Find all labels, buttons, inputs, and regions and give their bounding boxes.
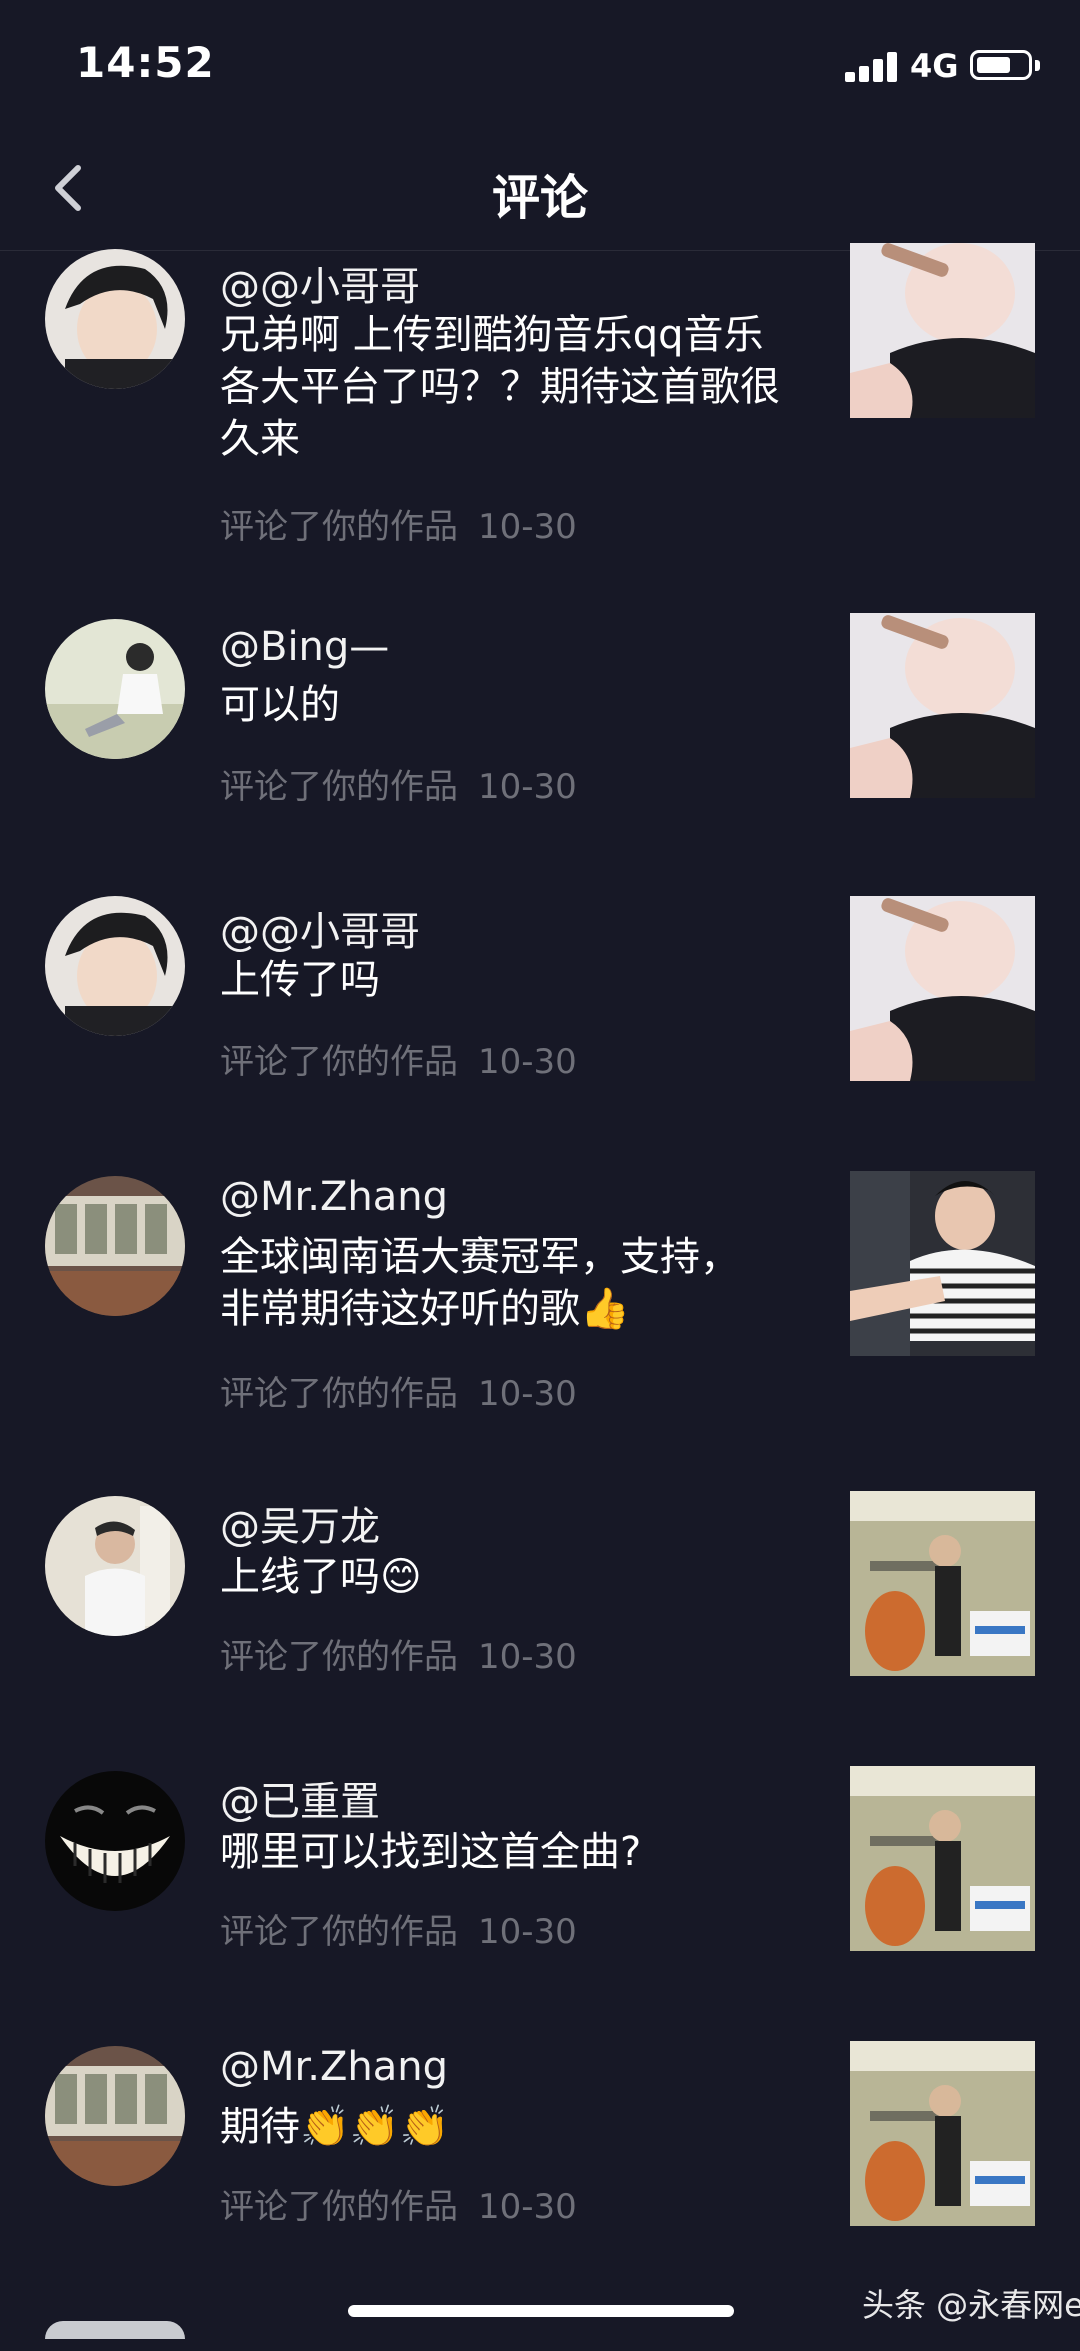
video-thumbnail[interactable] — [850, 1491, 1035, 1676]
comment-date: 10-30 — [478, 1637, 577, 1677]
avatar[interactable] — [45, 2321, 185, 2339]
avatar[interactable] — [45, 619, 185, 759]
comment-meta: 评论了你的作品 10-30 — [220, 1366, 577, 1415]
avatar[interactable] — [45, 249, 185, 389]
comment-date: 10-30 — [478, 2187, 577, 2227]
comment-text: 哪里可以找到这首全曲? — [220, 1829, 642, 1875]
comment-meta: 评论了你的作品 10-30 — [220, 1629, 577, 1678]
avatar[interactable] — [45, 1176, 185, 1316]
video-thumbnail[interactable] — [850, 613, 1035, 798]
video-thumbnail[interactable] — [850, 896, 1035, 1081]
comment-meta: 评论了你的作品 10-30 — [220, 1904, 577, 1953]
comment-username[interactable]: @Mr.Zhang — [220, 1174, 448, 1220]
comment-meta: 评论了你的作品 10-30 — [220, 2179, 577, 2228]
comment-text: 兄弟啊 上传到酷狗音乐qq音乐各大平台了吗？？期待这首歌很久来 — [220, 312, 780, 462]
comment-item[interactable]: @Mr.Zhang 期待👏👏👏 评论了你的作品 10-30 — [0, 2001, 1080, 2301]
comment-action: 评论了你的作品 — [220, 1374, 458, 1414]
comment-item[interactable]: @Bing— 可以的 评论了你的作品 10-30 — [0, 581, 1080, 841]
comment-date: 10-30 — [478, 507, 577, 547]
comment-action: 评论了你的作品 — [220, 1912, 458, 1952]
comment-username[interactable]: @已重置 — [220, 1769, 380, 1827]
comment-meta: 评论了你的作品 10-30 — [220, 499, 577, 548]
video-thumbnail[interactable] — [850, 243, 1035, 418]
comment-action: 评论了你的作品 — [220, 1042, 458, 1082]
comment-item[interactable]: @@小哥哥 上传了吗 评论了你的作品 10-30 — [0, 856, 1080, 1116]
comment-username[interactable]: @Bing— — [220, 624, 389, 670]
video-thumbnail[interactable] — [850, 2041, 1035, 2226]
video-thumbnail[interactable] — [850, 1766, 1035, 1951]
comment-item[interactable]: @已重置 哪里可以找到这首全曲? 评论了你的作品 10-30 — [0, 1726, 1080, 1996]
avatar[interactable] — [45, 2046, 185, 2186]
comment-date: 10-30 — [478, 1042, 577, 1082]
comment-action: 评论了你的作品 — [220, 1637, 458, 1677]
avatar[interactable] — [45, 896, 185, 1036]
comment-meta: 评论了你的作品 10-30 — [220, 759, 577, 808]
video-thumbnail[interactable] — [850, 1171, 1035, 1356]
comment-username[interactable]: @吴万龙 — [220, 1494, 380, 1552]
comment-text: 上传了吗 — [220, 957, 380, 1003]
comment-date: 10-30 — [478, 1374, 577, 1414]
comment-text: 上线了吗😊 — [220, 1554, 422, 1600]
comment-date: 10-30 — [478, 1912, 577, 1952]
home-indicator — [348, 2305, 734, 2317]
avatar[interactable] — [45, 1771, 185, 1911]
comment-date: 10-30 — [478, 767, 577, 807]
comment-meta: 评论了你的作品 10-30 — [220, 1034, 577, 1083]
comment-text: 全球闽南语大赛冠军，支持，非常期待这好听的歌👍 — [220, 1234, 740, 1332]
comment-action: 评论了你的作品 — [220, 507, 458, 547]
comment-item[interactable]: @@小哥哥 兄弟啊 上传到酷狗音乐qq音乐各大平台了吗？？期待这首歌很久来 评论… — [0, 0, 1080, 547]
comment-action: 评论了你的作品 — [220, 2187, 458, 2227]
comment-username[interactable]: @Mr.Zhang — [220, 2044, 448, 2090]
comment-item[interactable]: @Mr.Zhang 全球闽南语大赛冠军，支持，非常期待这好听的歌👍 评论了你的作… — [0, 1131, 1080, 1451]
comment-text: 期待👏👏👏 — [220, 2104, 450, 2150]
comment-username[interactable]: @@小哥哥 — [220, 899, 420, 957]
avatar[interactable] — [45, 1496, 185, 1636]
comment-action: 评论了你的作品 — [220, 767, 458, 807]
comment-text: 可以的 — [220, 682, 340, 728]
comment-item[interactable]: @吴万龙 上线了吗😊 评论了你的作品 10-30 — [0, 1451, 1080, 1721]
watermark: 头条 @永春网e — [862, 2286, 1080, 2324]
comment-username[interactable]: @@小哥哥 — [220, 254, 420, 312]
